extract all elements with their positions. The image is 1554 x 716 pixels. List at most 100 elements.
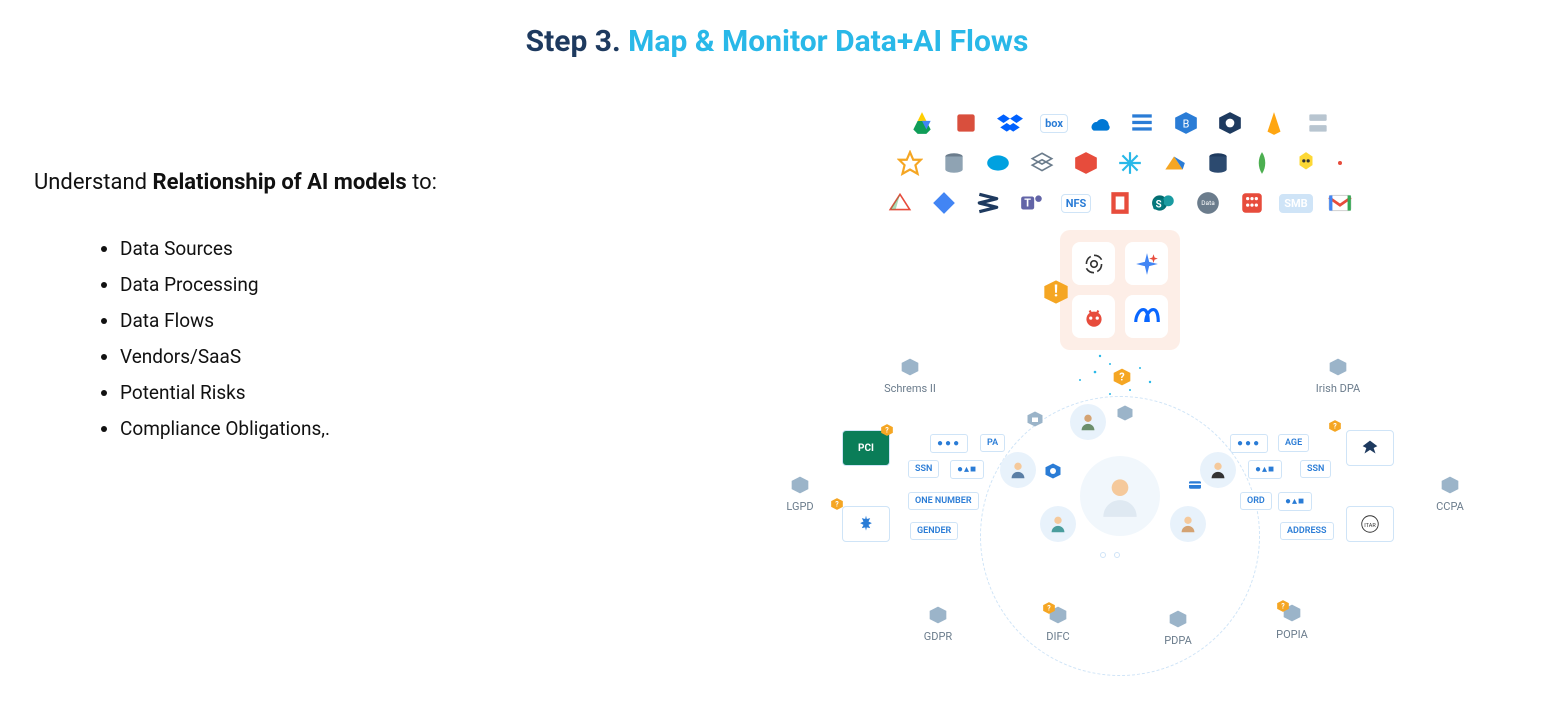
gmail-icon <box>1327 190 1353 216</box>
page-title: Step 3. Map & Monitor Data+AI Flows <box>0 0 1554 59</box>
svg-text:!: ! <box>1054 282 1058 301</box>
datacircle-icon: Data <box>1195 190 1221 216</box>
salesforce-icon <box>985 150 1011 176</box>
stack-icon <box>1029 150 1055 176</box>
outer-ring <box>980 396 1260 676</box>
svg-text:Data: Data <box>1201 199 1215 207</box>
svg-text:T: T <box>1024 196 1031 209</box>
bullet-list: Data Sources Data Processing Data Flows … <box>34 231 594 448</box>
source-row-2 <box>760 150 1480 176</box>
dots-chip: ●●● <box>930 434 968 453</box>
meta-icon <box>1125 295 1168 338</box>
source-row-1: box B <box>760 110 1480 136</box>
doc-mini-icon <box>1116 404 1134 422</box>
left-column: Understand Relationship of AI models to:… <box>34 168 594 447</box>
shapes-chip: ●▴■ <box>1278 492 1312 511</box>
firebase-icon <box>1261 110 1287 136</box>
list-icon <box>1129 110 1155 136</box>
hexdark-icon <box>1217 110 1243 136</box>
intro-text: Understand Relationship of AI models to: <box>34 168 594 199</box>
title-prefix: Step 3. <box>526 24 621 59</box>
gdrive-icon <box>909 110 935 136</box>
star-icon <box>897 150 923 176</box>
person-icon <box>1000 452 1036 488</box>
pa-chip: PA <box>980 434 1005 452</box>
prism-icon <box>1161 150 1187 176</box>
person-icon <box>1040 506 1076 542</box>
intro-bold: Relationship of AI models <box>152 170 406 195</box>
svg-text:?: ? <box>1119 370 1124 383</box>
central-person-icon <box>1080 456 1160 536</box>
schrems-hex-icon <box>900 356 920 378</box>
gdpr-label: GDPR <box>903 630 973 643</box>
warning-icon: ! <box>1042 278 1070 306</box>
globe-mini-icon <box>1044 462 1062 480</box>
snowflake-icon <box>1117 150 1143 176</box>
lgpd-label: LGPD <box>765 500 835 513</box>
svg-text:?: ? <box>1047 604 1051 612</box>
llama-icon <box>1072 295 1115 338</box>
nav-dots <box>1100 552 1120 558</box>
mongo-icon <box>1249 150 1275 176</box>
right-diagram: box B T NFS S Data SMB <box>760 110 1480 656</box>
pci-warn-icon: ? <box>880 422 894 436</box>
difc-label: DIFC <box>1023 630 1093 643</box>
ssn-chip: SSN <box>908 460 939 478</box>
box-icon: box <box>1041 110 1067 136</box>
popia-label: POPIA <box>1257 628 1327 641</box>
ccpa-label: CCPA <box>1415 500 1485 513</box>
pdpa-label: PDPA <box>1143 634 1213 647</box>
bullet-item: Potential Risks <box>120 375 594 411</box>
pdpa-hex-icon <box>1168 608 1188 630</box>
hexblue-icon: B <box>1173 110 1199 136</box>
address-chip: ADDRESS <box>1280 522 1334 540</box>
phone-chip: ONE NUMBER <box>908 492 979 510</box>
openai-icon <box>1072 242 1115 285</box>
gender-chip: GENDER <box>910 522 958 540</box>
gdpr-hex-icon <box>928 604 948 626</box>
svg-text:S: S <box>1156 199 1162 210</box>
eagle-warn-icon: ? <box>1328 418 1342 432</box>
mail-icon <box>887 190 913 216</box>
nfs-icon: NFS <box>1063 190 1089 216</box>
office-icon <box>1107 190 1133 216</box>
difc-warn-icon: ? <box>1042 600 1056 614</box>
onedrive-icon <box>1085 110 1111 136</box>
lgpd-hex-icon <box>790 474 810 496</box>
popia-warn-icon: ? <box>1276 598 1290 612</box>
bullet-item: Data Flows <box>120 303 594 339</box>
sharepoint-icon: S <box>1151 190 1177 216</box>
bullet-item: Vendors/SaaS <box>120 339 594 375</box>
bullet-item: Compliance Obligations,. <box>120 411 594 447</box>
darkdb-icon <box>1205 150 1231 176</box>
dropbox-icon <box>997 110 1023 136</box>
diamond-icon <box>931 190 957 216</box>
age-chip: AGE <box>1278 434 1309 452</box>
question-hex-icon: ? <box>1112 366 1132 388</box>
title-main: Map & Monitor Data+AI Flows <box>628 24 1028 59</box>
ssn2-chip: SSN <box>1300 460 1331 478</box>
smb-icon: SMB <box>1283 190 1309 216</box>
bullet-item: Data Processing <box>120 267 594 303</box>
sparkle-icon <box>1125 242 1168 285</box>
shapes-chip: ●▴■ <box>1248 460 1282 479</box>
hipaa-badge <box>842 506 890 542</box>
dots-chip: ●●● <box>1230 434 1268 453</box>
card-mini-icon <box>1186 476 1204 494</box>
bank-mini-icon <box>1026 410 1044 428</box>
eagle-badge <box>1346 430 1394 466</box>
irish-hex-icon <box>1328 356 1348 378</box>
person-icon <box>1200 452 1236 488</box>
intro-suffix: to: <box>407 170 437 195</box>
server-icon <box>1305 110 1331 136</box>
dot-icon <box>1337 150 1343 176</box>
ord-chip: ORD <box>1240 492 1272 510</box>
redgrid-icon <box>1239 190 1265 216</box>
person-icon <box>1170 506 1206 542</box>
redbox-icon <box>953 110 979 136</box>
teams-icon: T <box>1019 190 1045 216</box>
shapes-chip: ●▴■ <box>950 460 984 479</box>
db-icon <box>941 150 967 176</box>
redcube-icon <box>1073 150 1099 176</box>
svg-text:ITAR: ITAR <box>1364 523 1376 529</box>
